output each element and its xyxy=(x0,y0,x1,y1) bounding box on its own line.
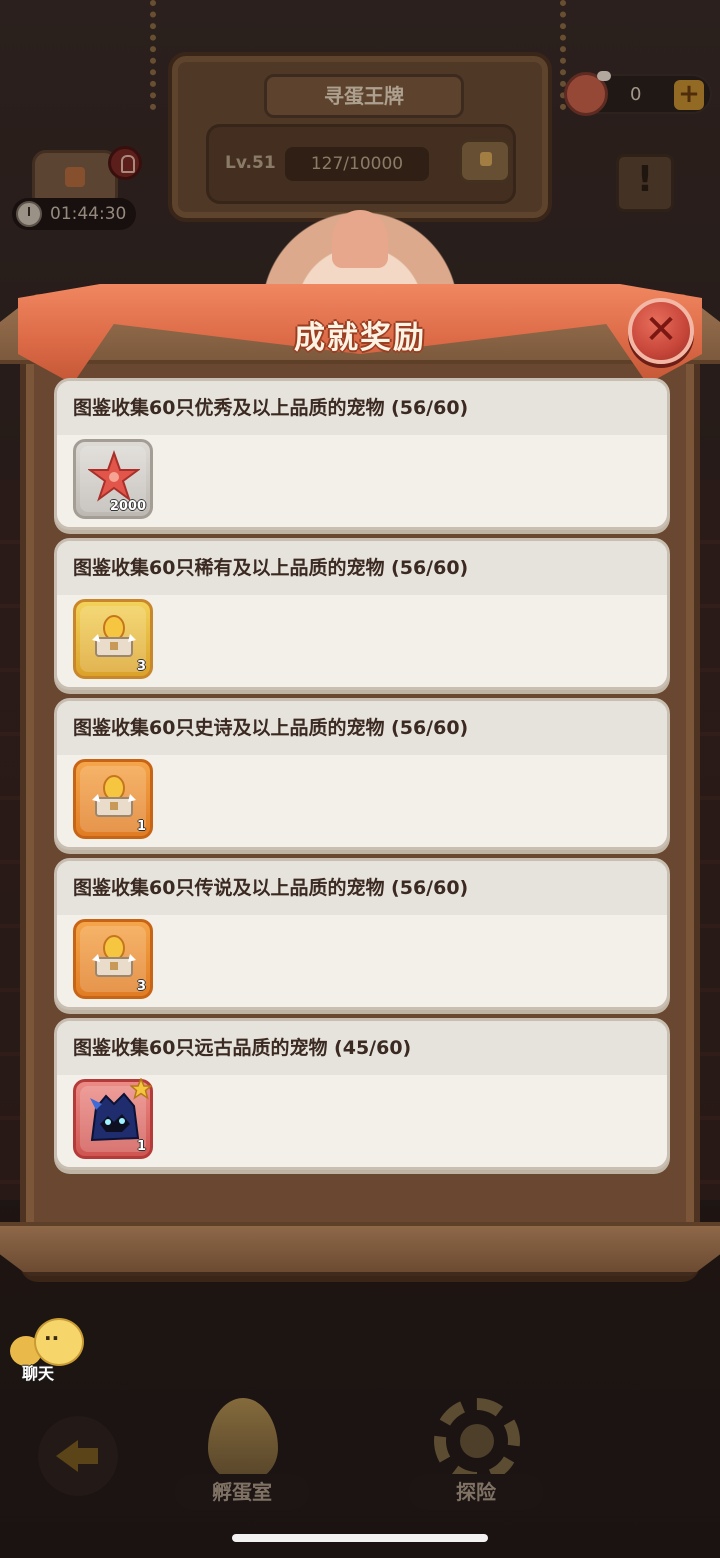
starfish-icon xyxy=(88,450,140,502)
achievement-title: 图鉴收集60只传说及以上品质的宠物 (56/60) xyxy=(73,877,469,899)
achievement-card-header: 图鉴收集60只远古品质的宠物 (45/60) xyxy=(57,1021,667,1075)
reward-quantity: 1 xyxy=(136,819,146,834)
close-button[interactable]: ✕ xyxy=(628,298,694,364)
dialog-bottom-beam xyxy=(0,1222,720,1276)
reward-item-slot[interactable]: 3 xyxy=(73,919,153,999)
chat-button[interactable]: 聊天 xyxy=(10,1318,86,1384)
reward-item-slot[interactable]: 3 xyxy=(73,599,153,679)
close-icon: ✕ xyxy=(644,307,678,353)
achievement-card-header: 图鉴收集60只传说及以上品质的宠物 (56/60) xyxy=(57,861,667,915)
achievement-title: 图鉴收集60只史诗及以上品质的宠物 (56/60) xyxy=(73,717,469,739)
home-indicator[interactable] xyxy=(232,1534,488,1542)
achievement-title: 图鉴收集60只优秀及以上品质的宠物 (56/60) xyxy=(73,397,469,419)
reward-item-slot[interactable]: 2000 xyxy=(73,439,153,519)
nav-hatch-room[interactable]: 孵蛋室 xyxy=(174,1398,310,1512)
gear-icon xyxy=(434,1398,520,1484)
achievement-card: 图鉴收集60只史诗及以上品质的宠物 (56/60) 1 xyxy=(54,698,670,850)
egg-chest-icon xyxy=(92,935,136,977)
egg-icon xyxy=(208,1398,278,1482)
reward-item-slot[interactable]: 1 xyxy=(73,1078,153,1159)
achievement-title: 图鉴收集60只稀有及以上品质的宠物 (56/60) xyxy=(73,557,469,579)
achievement-list[interactable]: 图鉴收集60只优秀及以上品质的宠物 (56/60) 2000 图鉴收集60只稀有… xyxy=(48,374,674,1184)
achievement-card: 图鉴收集60只稀有及以上品质的宠物 (56/60) 3 xyxy=(54,538,670,690)
nav-hatch-room-label: 孵蛋室 xyxy=(174,1474,310,1510)
achievement-card-header: 图鉴收集60只优秀及以上品质的宠物 (56/60) xyxy=(57,381,667,435)
achievement-title: 图鉴收集60只远古品质的宠物 (45/60) xyxy=(73,1037,412,1059)
achievement-card: 图鉴收集60只远古品质的宠物 (45/60) 1 xyxy=(54,1018,670,1170)
chat-label: 聊天 xyxy=(22,1364,55,1383)
achievement-card: 图鉴收集60只优秀及以上品质的宠物 (56/60) 2000 xyxy=(54,378,670,530)
reward-quantity: 3 xyxy=(136,979,146,994)
reward-item-slot[interactable]: 1 xyxy=(73,759,153,839)
reward-quantity: 1 xyxy=(136,1139,146,1154)
egg-chest-icon xyxy=(92,775,136,817)
nav-explore[interactable]: 探险 xyxy=(408,1398,544,1512)
reward-quantity: 3 xyxy=(136,659,146,674)
reward-quantity: 2000 xyxy=(109,499,146,514)
achievement-card-header: 图鉴收集60只史诗及以上品质的宠物 (56/60) xyxy=(57,701,667,755)
nav-explore-label: 探险 xyxy=(408,1474,544,1510)
egg-chest-icon xyxy=(92,615,136,657)
star-badge-icon xyxy=(130,1078,152,1100)
back-arrow-button[interactable] xyxy=(38,1416,118,1496)
achievement-card: 图鉴收集60只传说及以上品质的宠物 (56/60) 3 xyxy=(54,858,670,1010)
dialog-title: 成就奖励 xyxy=(294,320,426,356)
achievement-card-header: 图鉴收集60只稀有及以上品质的宠物 (56/60) xyxy=(57,541,667,595)
chat-icon xyxy=(34,1318,84,1366)
